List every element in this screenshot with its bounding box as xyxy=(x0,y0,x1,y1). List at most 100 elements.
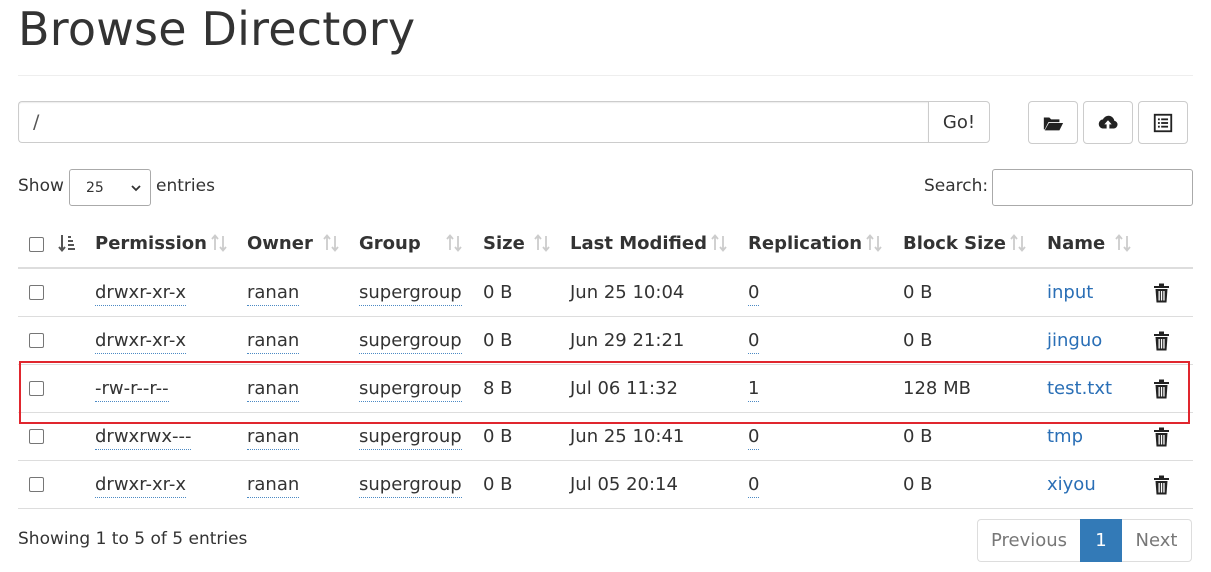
table-row: -rw-r--r-- ranan supergroup 8 B Jul 06 1… xyxy=(18,364,1193,413)
column-header-last-modified[interactable]: Last Modified xyxy=(570,220,748,269)
sort-icon xyxy=(534,234,550,252)
sort-desc-icon[interactable] xyxy=(58,233,76,253)
last-modified-cell: Jun 25 10:04 xyxy=(570,268,748,317)
block-size-cell: 0 B xyxy=(903,412,1047,461)
next-page-button[interactable]: Next xyxy=(1122,519,1192,562)
actions-header xyxy=(1146,220,1193,269)
replication-cell[interactable]: 0 xyxy=(748,473,760,498)
row-checkbox[interactable] xyxy=(29,429,44,444)
column-header-label: Size xyxy=(483,233,525,254)
permission-cell[interactable]: drwxr-xr-x xyxy=(95,473,186,498)
column-header-replication[interactable]: Replication xyxy=(748,220,903,269)
chevron-down-icon xyxy=(131,185,141,192)
name-link[interactable]: test.txt xyxy=(1047,378,1112,399)
path-bar: Go! xyxy=(18,101,990,143)
owner-cell[interactable]: ranan xyxy=(247,473,300,498)
column-header-name[interactable]: Name xyxy=(1047,220,1146,269)
group-cell[interactable]: supergroup xyxy=(359,377,462,402)
trash-icon[interactable] xyxy=(1153,331,1170,351)
replication-cell[interactable]: 0 xyxy=(748,281,760,306)
block-size-cell: 0 B xyxy=(903,460,1047,509)
create-directory-button[interactable] xyxy=(1028,101,1078,144)
column-header-label: Block Size xyxy=(903,233,1006,254)
page-1-button[interactable]: 1 xyxy=(1080,519,1122,562)
last-modified-cell: Jun 29 21:21 xyxy=(570,316,748,365)
column-header-block-size[interactable]: Block Size xyxy=(903,220,1047,269)
trash-icon[interactable] xyxy=(1153,427,1170,447)
size-cell: 0 B xyxy=(483,268,570,317)
group-cell[interactable]: supergroup xyxy=(359,329,462,354)
column-header-label: Owner xyxy=(247,233,313,254)
last-modified-cell: Jul 05 20:14 xyxy=(570,460,748,509)
column-header-group[interactable]: Group xyxy=(359,220,483,269)
column-header-permission[interactable]: Permission xyxy=(95,220,247,269)
upload-button[interactable] xyxy=(1083,101,1133,144)
select-all-checkbox[interactable] xyxy=(29,236,44,252)
previous-page-button[interactable]: Previous xyxy=(977,519,1080,562)
table-row: drwxrwx--- ranan supergroup 0 B Jun 25 1… xyxy=(18,412,1193,461)
sort-icon xyxy=(446,234,462,252)
block-size-cell: 0 B xyxy=(903,316,1047,365)
folder-open-icon xyxy=(1043,117,1064,130)
row-checkbox[interactable] xyxy=(29,477,44,492)
row-checkbox[interactable] xyxy=(29,333,44,348)
last-modified-cell: Jun 25 10:41 xyxy=(570,412,748,461)
go-button[interactable]: Go! xyxy=(928,101,990,143)
search-input[interactable] xyxy=(992,169,1193,206)
sort-icon xyxy=(866,234,882,252)
name-link[interactable]: tmp xyxy=(1047,426,1083,447)
table-info: Showing 1 to 5 of 5 entries xyxy=(18,529,248,549)
table-header-row: Permission Owner Group Size Last Modifie… xyxy=(18,220,1193,269)
row-checkbox[interactable] xyxy=(29,381,44,396)
column-header-owner[interactable]: Owner xyxy=(247,220,359,269)
sort-icon xyxy=(323,234,339,252)
permission-cell[interactable]: drwxr-xr-x xyxy=(95,281,186,306)
list-view-button[interactable] xyxy=(1138,101,1188,144)
table-row: drwxr-xr-x ranan supergroup 0 B Jun 25 1… xyxy=(18,268,1193,317)
title-divider xyxy=(18,75,1193,76)
pagination: Previous 1 Next xyxy=(977,519,1192,562)
replication-cell[interactable]: 1 xyxy=(748,377,760,402)
size-cell: 0 B xyxy=(483,412,570,461)
permission-cell[interactable]: drwxr-xr-x xyxy=(95,329,186,354)
path-input[interactable] xyxy=(18,101,928,143)
permission-cell[interactable]: drwxrwx--- xyxy=(95,425,192,450)
table-row: drwxr-xr-x ranan supergroup 0 B Jun 29 2… xyxy=(18,316,1193,365)
trash-icon[interactable] xyxy=(1153,475,1170,495)
name-link[interactable]: xiyou xyxy=(1047,474,1096,495)
owner-cell[interactable]: ranan xyxy=(247,329,300,354)
entries-select-value: 25 xyxy=(86,179,104,196)
show-label: Show xyxy=(18,176,64,196)
column-header-label: Group xyxy=(359,233,421,254)
column-header-label: Permission xyxy=(95,233,207,254)
group-cell[interactable]: supergroup xyxy=(359,281,462,306)
group-cell[interactable]: supergroup xyxy=(359,473,462,498)
row-checkbox[interactable] xyxy=(29,285,44,301)
name-link[interactable]: jinguo xyxy=(1047,330,1102,351)
size-cell: 0 B xyxy=(483,316,570,365)
sort-icon xyxy=(211,234,227,252)
page-title: Browse Directory xyxy=(18,2,416,56)
size-cell: 8 B xyxy=(483,364,570,413)
file-listing-table: Permission Owner Group Size Last Modifie… xyxy=(18,220,1193,509)
owner-cell[interactable]: ranan xyxy=(247,377,300,402)
entries-label: entries xyxy=(156,176,215,196)
owner-cell[interactable]: ranan xyxy=(247,425,300,450)
block-size-cell: 128 MB xyxy=(903,364,1047,413)
permission-cell[interactable]: -rw-r--r-- xyxy=(95,377,169,402)
trash-icon[interactable] xyxy=(1153,379,1170,399)
group-cell[interactable]: supergroup xyxy=(359,425,462,450)
column-header-size[interactable]: Size xyxy=(483,220,570,269)
owner-cell[interactable]: ranan xyxy=(247,281,300,306)
column-header-label: Replication xyxy=(748,233,863,254)
replication-cell[interactable]: 0 xyxy=(748,329,760,354)
replication-cell[interactable]: 0 xyxy=(748,425,760,450)
select-all-header xyxy=(18,220,95,269)
name-link[interactable]: input xyxy=(1047,282,1093,303)
entries-per-page-select[interactable]: 25 xyxy=(69,169,151,206)
sort-icon xyxy=(711,234,727,252)
last-modified-cell: Jul 06 11:32 xyxy=(570,364,748,413)
sort-icon xyxy=(1115,234,1131,252)
size-cell: 0 B xyxy=(483,460,570,509)
trash-icon[interactable] xyxy=(1153,283,1170,303)
